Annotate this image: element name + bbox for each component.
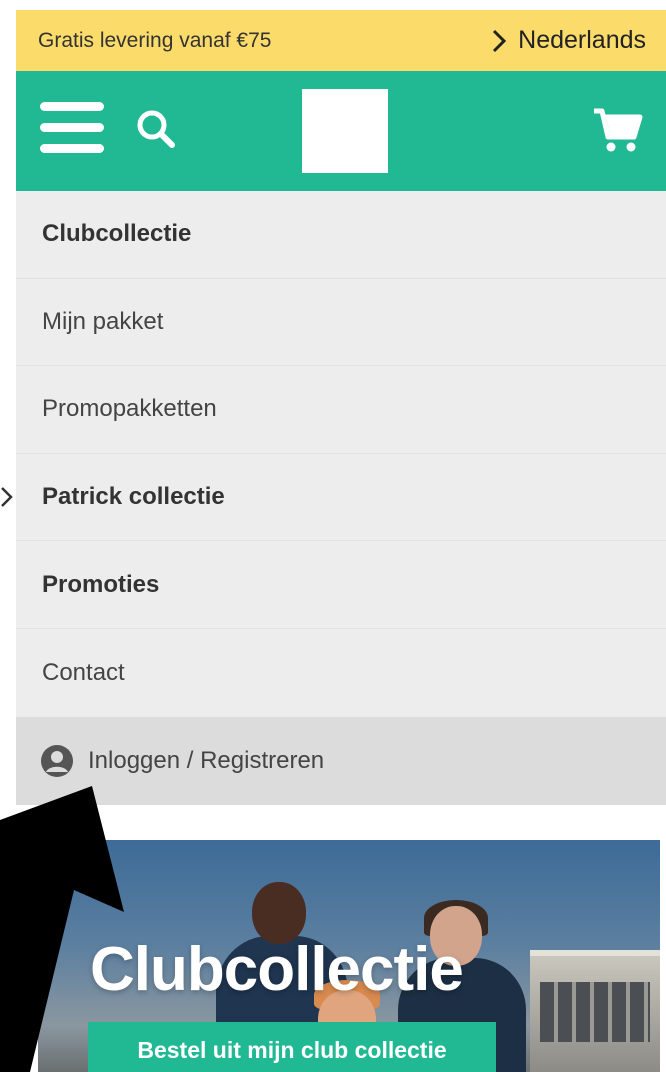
menu-item-label: Contact [42, 658, 125, 686]
stadium-building-image [530, 950, 660, 1072]
order-club-collection-button[interactable]: Bestel uit mijn club collectie [88, 1022, 496, 1072]
annotation-arrow [0, 786, 124, 1072]
chevron-right-icon [493, 29, 507, 52]
menu-item-label: Mijn pakket [42, 307, 164, 335]
menu-item-label: Clubcollectie [42, 220, 192, 248]
menu-item-mijn-pakket[interactable]: Mijn pakket [16, 279, 666, 367]
language-selector[interactable]: Nederlands [492, 26, 646, 55]
hero-banner: Clubcollectie Bestel uit mijn club colle… [38, 840, 660, 1072]
menu-item-contact[interactable]: Contact [16, 629, 666, 717]
language-label: Nederlands [518, 26, 646, 54]
user-circle-icon [41, 745, 73, 777]
hamburger-icon[interactable] [40, 99, 104, 157]
site-header [16, 71, 666, 191]
cart-icon[interactable] [590, 105, 644, 155]
free-delivery-text: Gratis levering vanaf €75 [38, 28, 272, 52]
menu-item-promoties[interactable]: Promoties [16, 541, 666, 629]
site-logo[interactable] [302, 89, 388, 173]
login-label: Inloggen / Registreren [88, 747, 325, 774]
menu-item-label: Promoties [42, 570, 160, 598]
menu-item-patrick-collectie[interactable]: Patrick collectie [16, 454, 666, 542]
menu-item-label: Patrick collectie [42, 483, 225, 511]
hero-title: Clubcollectie [90, 935, 464, 1004]
expand-chevron-icon[interactable] [0, 486, 14, 508]
menu-item-label: Promopakketten [42, 395, 217, 423]
mobile-nav-menu: Clubcollectie Mijn pakket Promopakketten… [16, 191, 666, 717]
announcement-bar: Gratis levering vanaf €75 Nederlands [16, 10, 666, 71]
search-icon[interactable] [132, 105, 182, 155]
menu-item-clubcollectie[interactable]: Clubcollectie [16, 191, 666, 279]
menu-item-promopakketten[interactable]: Promopakketten [16, 366, 666, 454]
